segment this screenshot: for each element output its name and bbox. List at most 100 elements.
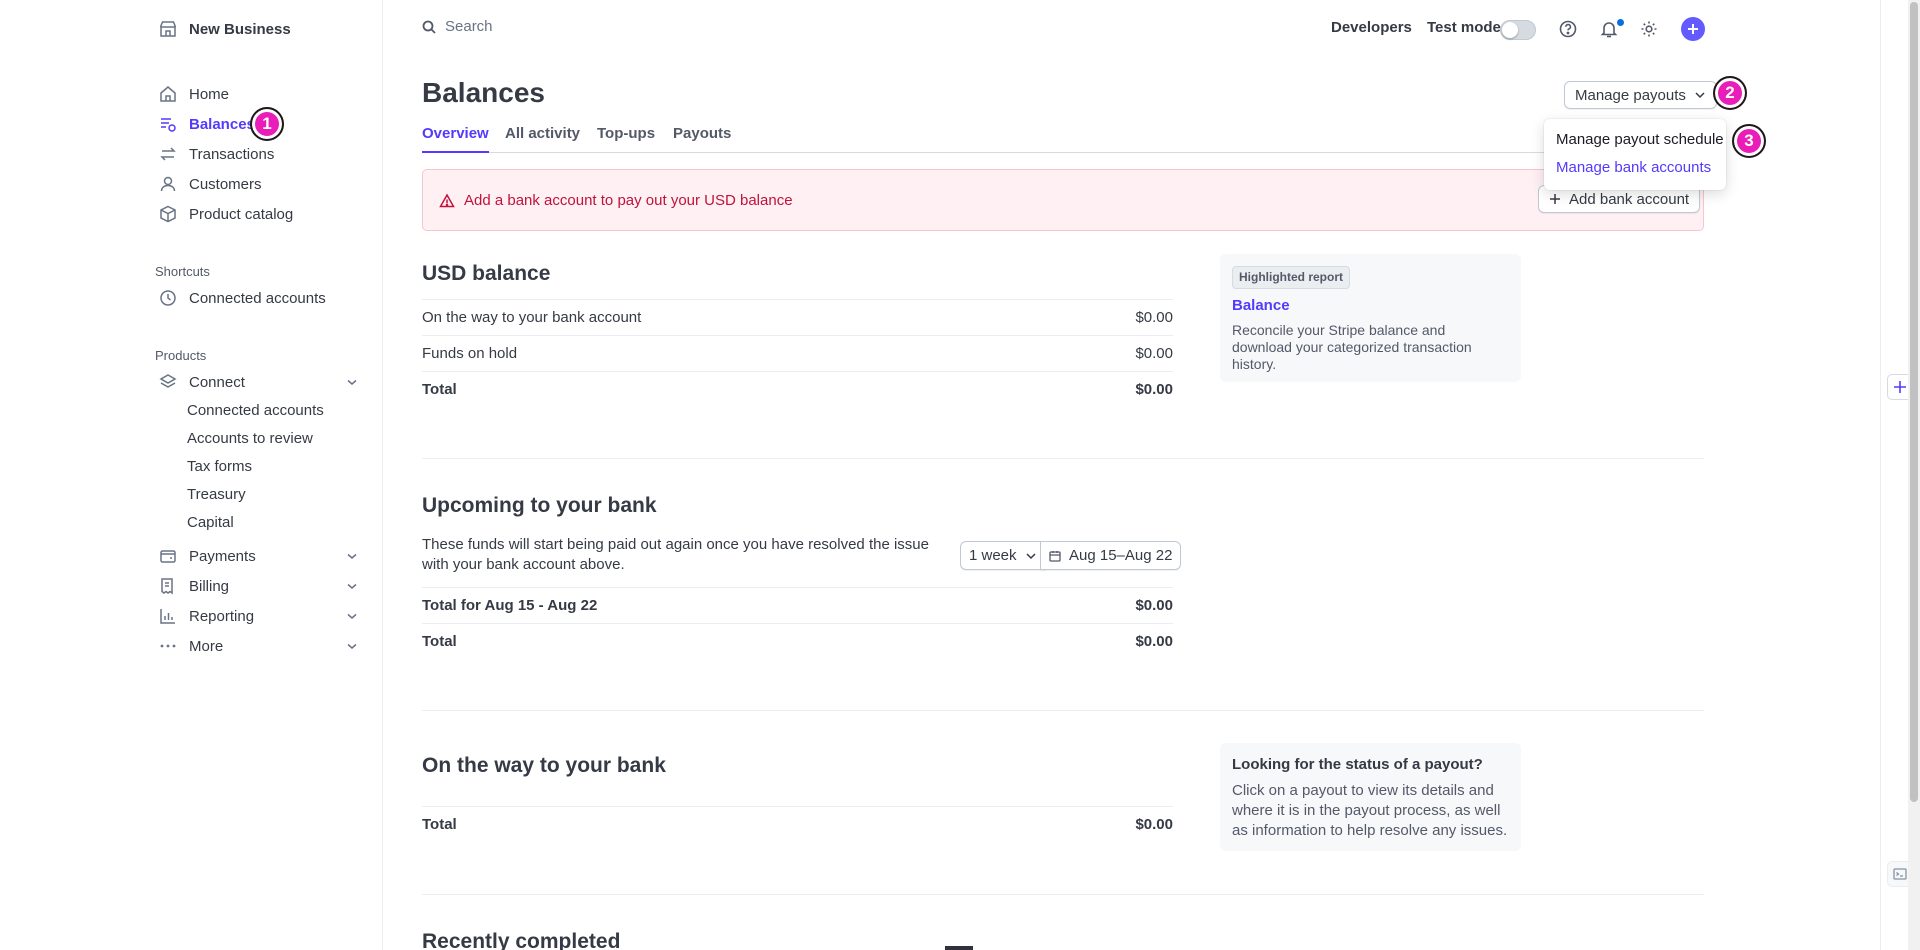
sidebar-item-label: Connect [189, 373, 245, 391]
sidebar-item-transactions[interactable]: Transactions [159, 142, 274, 166]
loading-indicator [945, 946, 973, 950]
calendar-icon [1049, 550, 1061, 562]
sidebar-item-label: Home [189, 85, 230, 103]
more-dots-icon [160, 644, 176, 648]
sidebar-subitem-capital[interactable]: Capital [187, 512, 234, 534]
highlighted-report-tag: Highlighted report [1232, 266, 1350, 289]
sidebar-subitem-tax-forms[interactable]: Tax forms [187, 456, 252, 478]
sidebar-shortcut-connected-accounts[interactable]: Connected accounts [159, 286, 326, 310]
divider [422, 710, 1704, 711]
annotation-badge-3: 3 [1732, 124, 1766, 158]
sidebar-item-label: Customers [189, 175, 262, 193]
table-row-total: Total $0.00 [422, 371, 1173, 407]
tab-overview[interactable]: Overview [422, 125, 489, 153]
sidebar-item-label: Transactions [189, 145, 275, 163]
search-input[interactable]: Search [445, 18, 493, 35]
row-value: $0.00 [1135, 597, 1173, 614]
row-value: $0.00 [1135, 816, 1173, 833]
upcoming-title: Upcoming to your bank [422, 494, 657, 517]
upcoming-description: These funds will start being paid out ag… [422, 536, 929, 573]
terminal-icon [1893, 868, 1907, 880]
row-value: $0.00 [1135, 381, 1173, 398]
table-row: Total for Aug 15 - Aug 22 $0.00 [422, 587, 1173, 623]
business-switcher[interactable]: New Business [159, 20, 291, 38]
box-icon [160, 205, 176, 223]
row-label: Total [422, 816, 457, 833]
annotation-badge-1: 1 [250, 107, 284, 141]
menu-item-manage-payout-schedule[interactable]: Manage payout schedule [1556, 131, 1724, 148]
chevron-down-icon[interactable] [346, 640, 358, 652]
create-new-button[interactable] [1681, 17, 1705, 41]
row-label: Total for Aug 15 - Aug 22 [422, 597, 598, 614]
scrollbar-thumb[interactable] [1910, 2, 1918, 802]
sidebar-subitem-accounts-to-review[interactable]: Accounts to review [187, 428, 313, 450]
row-label: Funds on hold [422, 345, 518, 362]
tab-payouts[interactable]: Payouts [673, 125, 731, 153]
developers-link[interactable]: Developers [1331, 19, 1412, 36]
recently-completed-title: Recently completed [422, 930, 621, 950]
tab-top-ups[interactable]: Top-ups [597, 125, 655, 153]
table-row-total: Total $0.00 [422, 806, 1173, 842]
sidebar-item-more[interactable]: More [159, 634, 223, 658]
notification-dot [1617, 19, 1624, 26]
row-label: Total [422, 633, 457, 650]
chevron-down-icon[interactable] [346, 580, 358, 592]
row-value: $0.00 [1135, 345, 1173, 362]
help-icon[interactable] [1558, 19, 1578, 39]
manage-payouts-button[interactable]: Manage payouts [1564, 81, 1717, 109]
shortcuts-label: Shortcuts [155, 264, 210, 279]
sidebar-item-home[interactable]: Home [159, 82, 229, 106]
period-select[interactable]: 1 week [960, 541, 1046, 570]
sidebar-item-billing[interactable]: Billing [159, 574, 229, 598]
sidebar-item-connect[interactable]: Connect [159, 370, 245, 394]
gear-icon[interactable] [1639, 19, 1659, 39]
clock-icon [160, 290, 176, 306]
test-mode-toggle[interactable] [1500, 20, 1536, 40]
page-title: Balances [422, 77, 545, 108]
sidebar-subitem-connected-accounts[interactable]: Connected accounts [187, 400, 324, 422]
bar-chart-icon [160, 609, 175, 624]
sidebar-item-product-catalog[interactable]: Product catalog [159, 202, 293, 226]
table-row: On the way to your bank account $0.00 [422, 299, 1173, 335]
chevron-down-icon[interactable] [346, 610, 358, 622]
highlighted-report-card: Highlighted report Balance Reconcile you… [1220, 254, 1521, 382]
bell-icon[interactable] [1599, 19, 1619, 39]
products-label: Products [155, 348, 207, 363]
sidebar-item-balances[interactable]: Balances [159, 112, 255, 136]
balance-report-link[interactable]: Balance [1232, 297, 1509, 314]
search-bar[interactable]: Search [422, 18, 493, 35]
add-bank-account-label: Add bank account [1569, 190, 1690, 208]
chevron-up-icon[interactable] [346, 376, 358, 388]
usd-balance-title: USD balance [422, 262, 551, 285]
tab-all-activity[interactable]: All activity [505, 125, 580, 153]
manage-payouts-menu: Manage payout schedule Manage bank accou… [1544, 119, 1726, 190]
arrows-swap-icon [160, 147, 176, 161]
chevron-down-icon [1695, 92, 1705, 99]
sidebar-subitem-treasury[interactable]: Treasury [187, 484, 246, 506]
sidebar-item-label: Product catalog [189, 205, 294, 223]
divider [422, 458, 1704, 459]
scrollbar[interactable] [1908, 0, 1920, 950]
sidebar-item-customers[interactable]: Customers [159, 172, 262, 196]
receipt-icon [161, 578, 173, 595]
plus-icon [1550, 194, 1560, 204]
sidebar-item-reporting[interactable]: Reporting [159, 604, 254, 628]
alert-text: Add a bank account to pay out your USD b… [464, 192, 793, 209]
search-icon [422, 20, 436, 34]
layers-icon [159, 374, 177, 388]
date-range-value: Aug 15–Aug 22 [1069, 547, 1173, 564]
chevron-down-icon[interactable] [346, 550, 358, 562]
alert-banner: Add a bank account to pay out your USD b… [422, 169, 1704, 231]
sidebar-item-payments[interactable]: Payments [159, 544, 256, 568]
period-value: 1 week [969, 547, 1017, 564]
test-mode-label: Test mode [1427, 19, 1501, 36]
sidebar-item-label: Reporting [189, 607, 255, 625]
date-range-picker[interactable]: Aug 15–Aug 22 [1040, 541, 1182, 570]
row-label: On the way to your bank account [422, 309, 642, 326]
home-icon [160, 86, 176, 102]
manage-payouts-label: Manage payouts [1575, 86, 1686, 104]
annotation-badge-2: 2 [1713, 76, 1747, 110]
person-icon [160, 176, 176, 192]
sidebar-item-label: More [189, 637, 224, 655]
menu-item-manage-bank-accounts[interactable]: Manage bank accounts [1556, 159, 1711, 176]
